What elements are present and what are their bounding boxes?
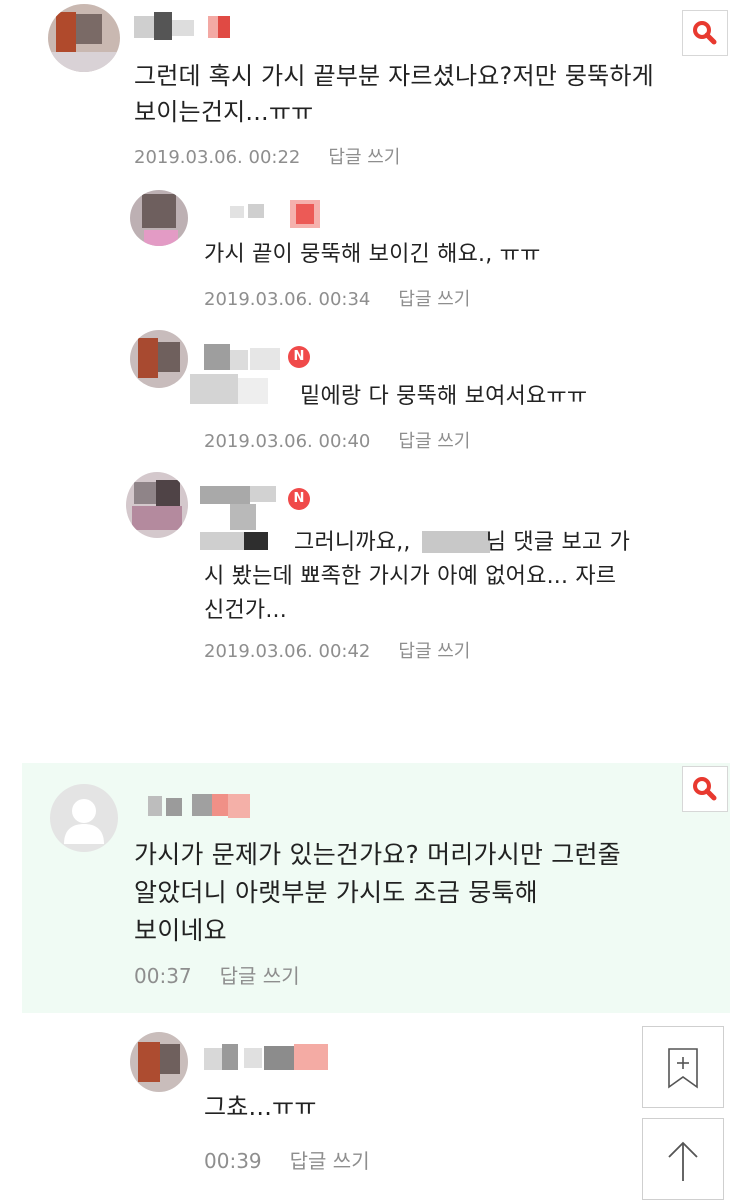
comment-text-line: 알았더니 아랫부분 가시도 조금 뭉툭해 (134, 878, 538, 907)
comment-text: 그런데 혹시 가시 끝부분 자르셨나요?저만 뭉뚝하게 보이는건지...ㅠㅠ (134, 58, 654, 130)
reply-text: 그쵸...ㅠㅠ (204, 1093, 317, 1121)
comment-text-line: 보이는건지...ㅠㅠ (134, 98, 314, 126)
new-badge: N (288, 488, 310, 510)
default-avatar-icon[interactable] (50, 784, 118, 852)
comment-text: 가시가 문제가 있는건가요? 머리가시만 그런줄 알았더니 아랫부분 가시도 조… (134, 836, 621, 950)
reply-button[interactable]: 답글 쓰기 (290, 1149, 370, 1173)
scroll-top-button[interactable] (642, 1118, 724, 1200)
reply-date: 2019.03.06. 00:40 (204, 431, 371, 452)
reply-text-part: 님 댓글 보고 가 (485, 530, 631, 555)
reply-button[interactable]: 답글 쓰기 (220, 964, 300, 988)
nickname-blurred[interactable] (144, 790, 254, 822)
reply-text: 그러니까요,, 님 댓글 보고 가 시 봤는데 뾰족한 가시가 아예 없어요..… (204, 526, 630, 628)
avatar[interactable] (130, 1032, 188, 1092)
nickname-blurred[interactable] (190, 334, 290, 410)
search-button[interactable] (682, 766, 728, 812)
reply-meta: 2019.03.06. 00:42 답글 쓰기 (204, 637, 470, 663)
comment-meta: 2019.03.06. 00:22 답글 쓰기 (134, 143, 400, 169)
nickname-blurred[interactable] (204, 1040, 334, 1078)
nickname-blurred[interactable] (134, 10, 234, 46)
nickname-blurred[interactable] (204, 196, 324, 228)
reply-date: 2019.03.06. 00:34 (204, 289, 371, 310)
reply-button[interactable]: 답글 쓰기 (398, 641, 470, 662)
reply-meta: 2019.03.06. 00:34 답글 쓰기 (204, 285, 470, 311)
reply-button[interactable]: 답글 쓰기 (398, 289, 470, 310)
comment-meta: 00:37 답글 쓰기 (134, 960, 300, 989)
reply-meta: 00:39 답글 쓰기 (204, 1145, 370, 1174)
reply-text-line: 신건가... (204, 598, 287, 623)
reply-button[interactable]: 답글 쓰기 (398, 431, 470, 452)
reply-text-line: 시 봤는데 뾰족한 가시가 아예 없어요... 자르 (204, 564, 617, 589)
search-button[interactable] (682, 10, 728, 56)
avatar[interactable] (130, 330, 188, 388)
reply-text: 밑에랑 다 뭉뚝해 보여서요ㅠㅠ (300, 384, 588, 409)
arrow-up-icon (668, 1141, 698, 1181)
reply-text-part: 그러니까요,, (294, 530, 411, 555)
comment-text-line: 보이네요 (134, 916, 227, 945)
bookmark-button[interactable] (642, 1026, 724, 1108)
reply-meta: 2019.03.06. 00:40 답글 쓰기 (204, 427, 470, 453)
comment-text-line: 그런데 혹시 가시 끝부분 자르셨나요?저만 뭉뚝하게 (134, 62, 654, 90)
avatar[interactable] (130, 190, 188, 246)
reply-text-line: 그러니까요,, 님 댓글 보고 가 (204, 526, 630, 560)
comment-date: 2019.03.06. 00:22 (134, 147, 301, 168)
reply-button[interactable]: 답글 쓰기 (328, 147, 400, 168)
search-icon (693, 777, 717, 801)
new-badge: N (288, 346, 310, 368)
comment-text-line: 가시가 문제가 있는건가요? 머리가시만 그런줄 (134, 840, 621, 869)
avatar[interactable] (126, 472, 188, 538)
reply-text: 가시 끝이 뭉뚝해 보이긴 해요., ㅠㅠ (204, 242, 541, 267)
search-icon (693, 21, 717, 45)
reply-date: 2019.03.06. 00:42 (204, 641, 371, 662)
reply-date: 00:39 (204, 1149, 262, 1173)
bookmark-add-icon (668, 1048, 698, 1089)
comment-date: 00:37 (134, 964, 192, 988)
avatar[interactable] (48, 4, 120, 72)
mention-blurred[interactable] (421, 531, 490, 553)
